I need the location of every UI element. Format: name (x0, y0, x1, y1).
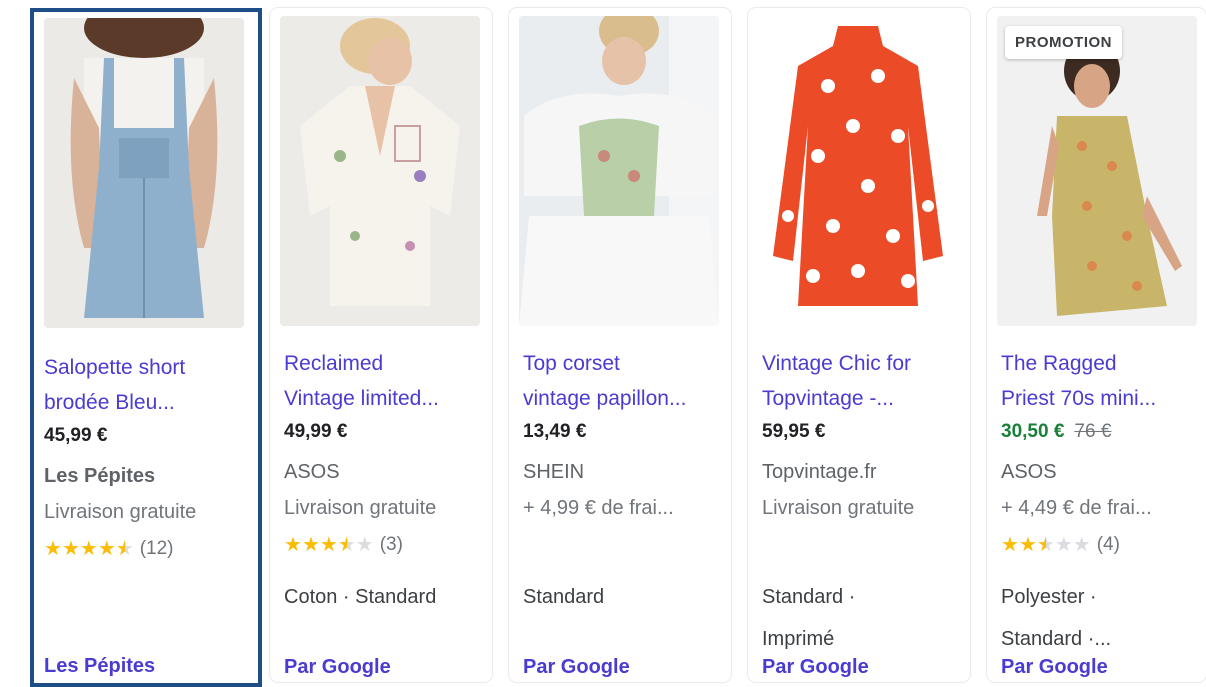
merchant-name: SHEIN (523, 461, 585, 483)
shopping-results: Salopette short brodée Bleu... 45,99 € L… (0, 0, 1206, 687)
rating-count: (4) (1096, 534, 1120, 555)
floral-mini-dress-photo (997, 16, 1197, 326)
star-rating-icon: ★ ★ ★ ★ ★ (1001, 534, 1091, 556)
rating-count: (12) (139, 538, 174, 559)
product-card-salopette[interactable]: Salopette short brodée Bleu... 45,99 € L… (30, 8, 262, 687)
denim-overalls-photo (44, 18, 244, 328)
shipping-info: Livraison gratuite (284, 497, 437, 519)
star-rating-icon: ★ ★ ★ ★ ★ (44, 538, 134, 560)
product-title[interactable]: The Ragged Priest 70s mini... (1001, 346, 1197, 416)
product-attributes: Standard (523, 586, 605, 608)
product-attributes: Coton · Standard (284, 586, 437, 608)
product-image[interactable] (44, 18, 244, 328)
product-attributes: Standard · Imprimé (762, 586, 856, 650)
product-title[interactable]: Salopette short brodée Bleu... (44, 350, 240, 420)
par-google-link[interactable]: Par Google (762, 656, 869, 679)
product-price: 30,50 € 76 € (1001, 421, 1111, 443)
product-card-vintage-chic[interactable]: Vintage Chic for Topvintage -... 59,95 €… (748, 8, 970, 682)
product-image[interactable] (280, 16, 480, 326)
red-floral-dress-photo (758, 16, 958, 326)
product-price: 59,95 € (762, 421, 826, 442)
product-price: 45,99 € (44, 425, 108, 446)
product-price: 13,49 € (523, 421, 587, 442)
original-price: 76 € (1074, 421, 1112, 442)
rating: ★ ★ ★ ★ ★ (3) (284, 534, 403, 556)
embroidered-shirt-photo (280, 16, 480, 326)
par-google-link[interactable]: Par Google (284, 656, 391, 679)
product-title[interactable]: Top corset vintage papillon... (523, 346, 719, 416)
product-price: 49,99 € (284, 421, 348, 442)
product-title[interactable]: Reclaimed Vintage limited... (284, 346, 480, 416)
product-card-corset[interactable]: Top corset vintage papillon... 13,49 € S… (509, 8, 731, 682)
product-image[interactable] (758, 16, 958, 326)
product-card-ragged-priest[interactable]: PROMOTION The Ragged Priest 70s mini... … (987, 8, 1206, 682)
par-google-link[interactable]: Par Google (1001, 656, 1108, 679)
shipping-info: + 4,99 € de frai... (523, 497, 674, 519)
sale-price: 30,50 € (1001, 421, 1065, 442)
rating: ★ ★ ★ ★ ★ (12) (44, 538, 173, 560)
floral-corset-photo (519, 16, 719, 326)
merchant-name: ASOS (284, 461, 340, 483)
product-title[interactable]: Vintage Chic for Topvintage -... (762, 346, 958, 416)
merchant-name: Les Pépites (44, 465, 156, 487)
rating: ★ ★ ★ ★ ★ (4) (1001, 534, 1120, 556)
par-google-link[interactable]: Par Google (523, 656, 630, 679)
product-card-reclaimed[interactable]: Reclaimed Vintage limited... 49,99 € ASO… (270, 8, 492, 682)
merchant-name: ASOS (1001, 461, 1057, 483)
star-rating-icon: ★ ★ ★ ★ ★ (284, 534, 374, 556)
shipping-info: Livraison gratuite (44, 501, 197, 523)
shipping-info: + 4,49 € de frai... (1001, 497, 1152, 519)
promotion-badge: PROMOTION (1005, 26, 1122, 59)
product-attributes: Polyester · Standard ·... (1001, 586, 1112, 650)
shipping-info: Livraison gratuite (762, 497, 915, 519)
product-image[interactable] (519, 16, 719, 326)
merchant-link[interactable]: Les Pépites (44, 655, 155, 678)
rating-count: (3) (379, 534, 403, 555)
product-image[interactable] (997, 16, 1197, 326)
merchant-name: Topvintage.fr (762, 461, 877, 483)
